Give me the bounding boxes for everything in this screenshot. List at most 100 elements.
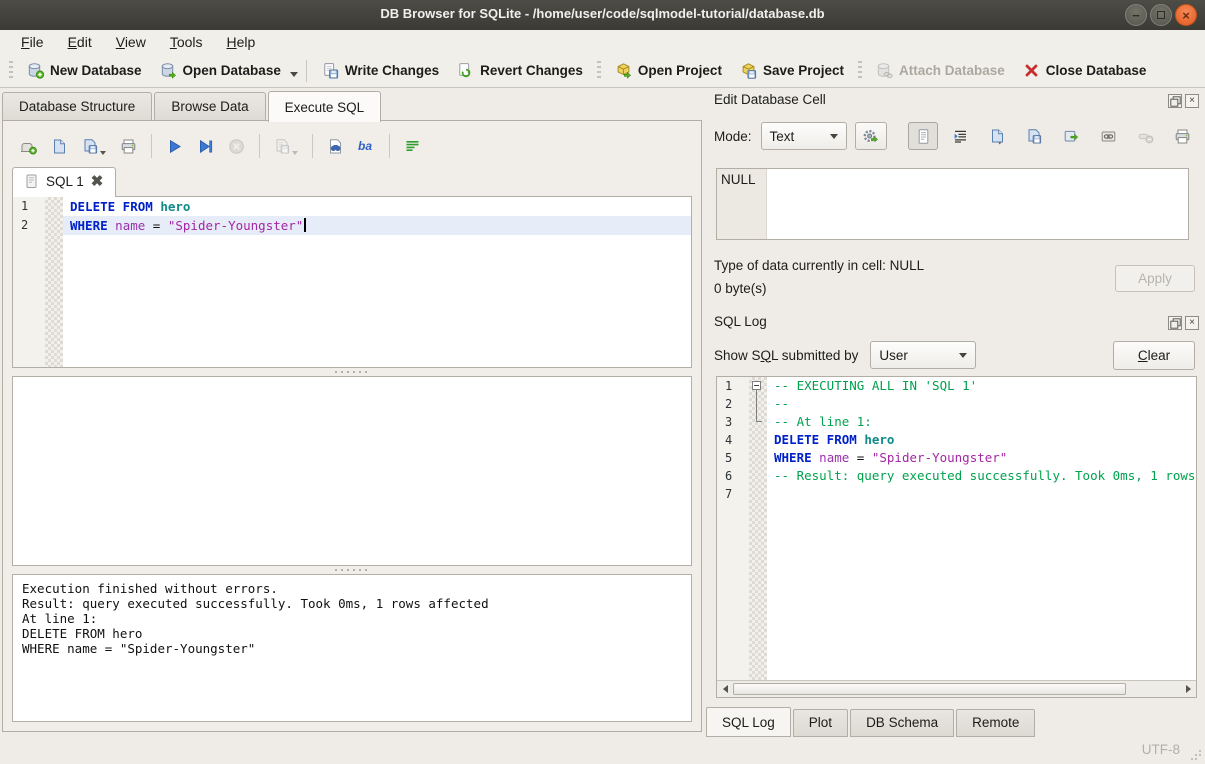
log-line[interactable]: 1-- EXECUTING ALL IN 'SQL 1': [717, 377, 1196, 395]
scrollbar-thumb[interactable]: [733, 683, 1126, 695]
word-wrap-cell-button[interactable]: [945, 122, 975, 150]
close-panel-button[interactable]: ×: [1185, 94, 1199, 108]
gear-icon: [862, 128, 879, 145]
open-database-dropdown-caret[interactable]: [290, 72, 298, 77]
mode-select[interactable]: Text: [761, 122, 847, 150]
open-url-button[interactable]: [1093, 122, 1123, 150]
tab-plot[interactable]: Plot: [793, 709, 848, 737]
write-changes-icon: [322, 62, 339, 79]
auto-format-button[interactable]: ba: [358, 138, 375, 155]
line-number: 6: [717, 467, 749, 485]
tab-remote[interactable]: Remote: [956, 709, 1035, 737]
save-project-label: Save Project: [763, 63, 844, 78]
fold-margin: [749, 431, 767, 449]
new-database-icon: [27, 62, 44, 79]
app-window: DB Browser for SQLite - /home/user/code/…: [0, 0, 1205, 764]
minimize-button[interactable]: −: [1125, 4, 1147, 26]
editor-line[interactable]: 2WHERE name = "Spider-Youngster": [13, 216, 691, 235]
pane-splitter[interactable]: [12, 566, 692, 574]
scroll-right-button[interactable]: [1180, 682, 1196, 697]
log-line[interactable]: 7: [717, 485, 1196, 503]
new-database-label: New Database: [50, 63, 142, 78]
menu-view[interactable]: View: [105, 32, 157, 52]
fold-margin: [749, 467, 767, 485]
import-cell-data-button[interactable]: [982, 122, 1012, 150]
save-dropdown-caret[interactable]: [100, 151, 106, 155]
text-mode-button[interactable]: [908, 122, 938, 150]
query-results-pane[interactable]: [12, 376, 692, 566]
print-sql-button[interactable]: [120, 138, 137, 155]
scroll-left-button[interactable]: [717, 682, 733, 697]
new-sql-tab-button[interactable]: [20, 138, 37, 155]
log-line[interactable]: 6-- Result: query executed successfully.…: [717, 467, 1196, 485]
menu-edit[interactable]: Edit: [57, 32, 103, 52]
open-in-external-button[interactable]: [1056, 122, 1086, 150]
save-project-button[interactable]: Save Project: [731, 58, 853, 83]
log-line[interactable]: 4DELETE FROM hero: [717, 431, 1196, 449]
write-changes-button[interactable]: Write Changes: [313, 58, 448, 83]
revert-changes-button[interactable]: Revert Changes: [448, 58, 592, 83]
log-horizontal-scrollbar[interactable]: [717, 680, 1196, 697]
log-line[interactable]: 2--: [717, 395, 1196, 413]
minimize-icon: −: [1132, 9, 1140, 22]
float-panel-button[interactable]: [1168, 94, 1182, 108]
scrollbar-track[interactable]: [733, 682, 1180, 697]
auto-mode-button[interactable]: [855, 122, 887, 150]
cell-value-editor[interactable]: NULL: [716, 168, 1189, 240]
sql-editor[interactable]: 1DELETE FROM hero2WHERE name = "Spider-Y…: [12, 196, 692, 368]
toolbar-separator: [389, 134, 390, 158]
execution-message-pane[interactable]: Execution finished without errors. Resul…: [12, 574, 692, 722]
arrow-left-icon: [723, 685, 728, 693]
close-icon: ×: [1182, 9, 1190, 22]
tab-execute-sql[interactable]: Execute SQL: [268, 91, 382, 122]
menu-help[interactable]: Help: [216, 32, 267, 52]
open-database-icon: [160, 62, 177, 79]
clear-log-button[interactable]: Clear: [1113, 341, 1195, 370]
tab-sql-log[interactable]: SQL Log: [706, 707, 791, 737]
pane-splitter[interactable]: [12, 368, 692, 376]
tab-database-structure[interactable]: Database Structure: [2, 92, 152, 121]
execute-sql-button[interactable]: [166, 138, 183, 155]
toolbar-drag-handle[interactable]: [858, 61, 862, 81]
tab-db-schema[interactable]: DB Schema: [850, 709, 954, 737]
execute-line-icon: [197, 138, 214, 155]
left-pane: Database Structure Browse Data Execute S…: [2, 90, 702, 732]
log-filter-select[interactable]: User: [870, 341, 976, 369]
code-text: [767, 485, 1196, 503]
close-database-button[interactable]: Close Database: [1014, 58, 1156, 83]
save-sql-file-button[interactable]: [82, 138, 106, 155]
log-line[interactable]: 5WHERE name = "Spider-Youngster": [717, 449, 1196, 467]
stop-execution-button: [228, 138, 245, 155]
maximize-button[interactable]: [1150, 4, 1172, 26]
find-replace-button[interactable]: [327, 138, 344, 155]
execute-current-line-button[interactable]: [197, 138, 214, 155]
line-number: 7: [717, 485, 749, 503]
toolbar-drag-handle[interactable]: [597, 61, 601, 81]
fold-toggle-icon[interactable]: [749, 377, 767, 395]
execute-icon: [166, 138, 183, 155]
title-bar[interactable]: DB Browser for SQLite - /home/user/code/…: [0, 0, 1205, 31]
float-panel-button[interactable]: [1168, 316, 1182, 330]
sql-document-tab[interactable]: SQL 1 ✖: [12, 167, 116, 197]
sql-tab-label: SQL 1: [46, 174, 84, 189]
close-panel-button[interactable]: ×: [1185, 316, 1199, 330]
toolbar-drag-handle[interactable]: [9, 61, 13, 81]
sql-log-view[interactable]: 1-- EXECUTING ALL IN 'SQL 1'2--3-- At li…: [716, 376, 1197, 698]
close-button[interactable]: ×: [1175, 4, 1197, 26]
open-sql-file-button[interactable]: [51, 138, 68, 155]
print-cell-button[interactable]: [1167, 122, 1197, 150]
open-database-button[interactable]: Open Database: [151, 58, 290, 83]
new-database-button[interactable]: New Database: [18, 58, 151, 83]
resize-grip[interactable]: [1199, 758, 1201, 760]
tab-browse-data[interactable]: Browse Data: [154, 92, 265, 121]
menu-tools[interactable]: Tools: [159, 32, 214, 52]
close-sql-tab-icon[interactable]: ✖: [91, 176, 104, 188]
log-line[interactable]: 3-- At line 1:: [717, 413, 1196, 431]
revert-changes-label: Revert Changes: [480, 63, 583, 78]
edit-cell-dock-buttons: ×: [1168, 94, 1199, 108]
editor-line[interactable]: 1DELETE FROM hero: [13, 197, 691, 216]
menu-file[interactable]: File: [10, 32, 55, 52]
export-cell-data-button[interactable]: [1019, 122, 1049, 150]
word-wrap-button[interactable]: [404, 138, 421, 155]
open-project-button[interactable]: Open Project: [606, 58, 731, 83]
